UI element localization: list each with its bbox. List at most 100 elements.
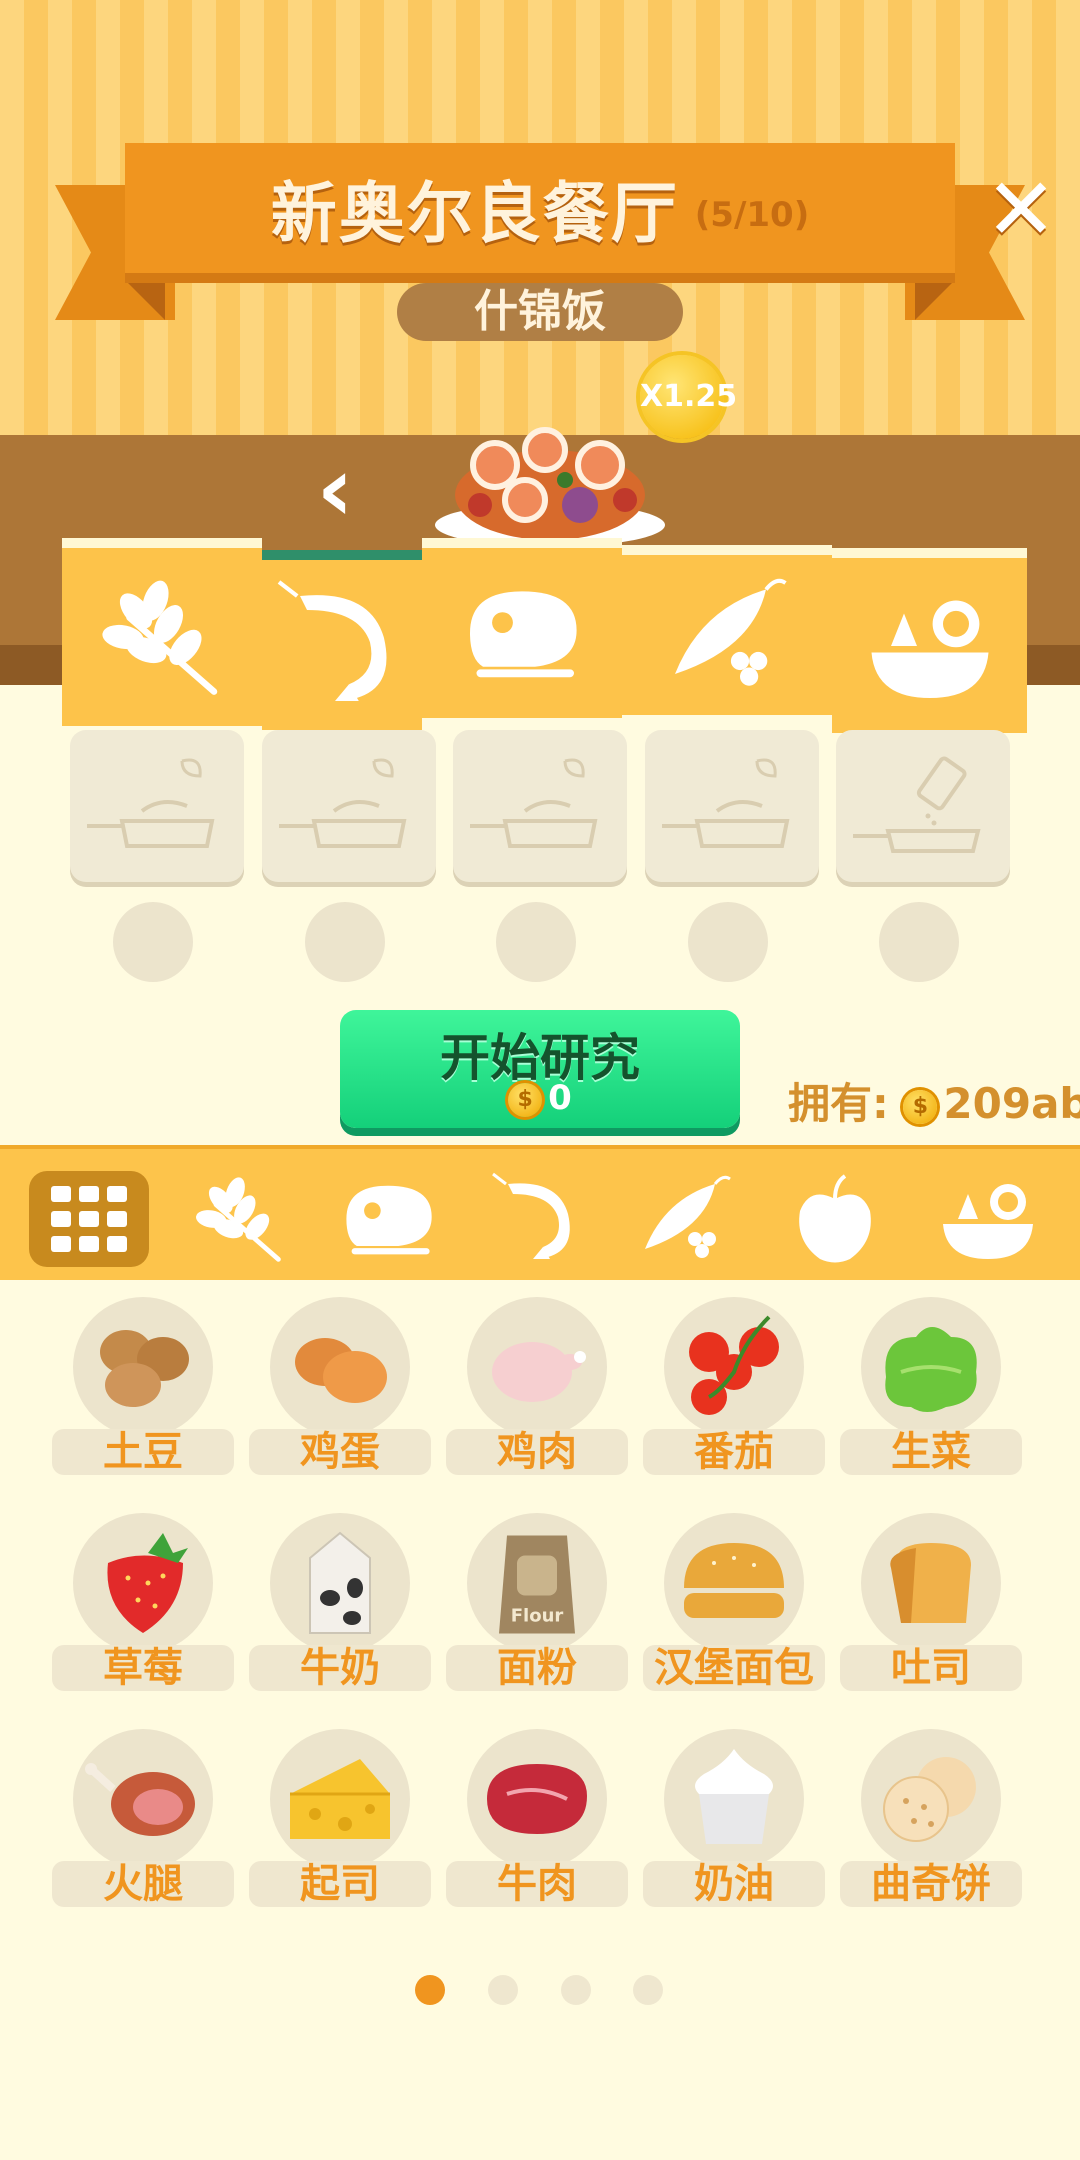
ingredient-card[interactable]: 番茄 (643, 1297, 825, 1497)
meat-icon (346, 1185, 432, 1255)
filter-tab-salad[interactable] (928, 1171, 1048, 1267)
ingredient-icon-frame (467, 1729, 607, 1869)
ingredient-card[interactable]: 鸡肉 (446, 1297, 628, 1497)
shrimp-icon (492, 1172, 570, 1259)
recipe-category-grain[interactable] (62, 538, 262, 726)
lettuce-icon (885, 1327, 977, 1412)
slot-indicator (305, 902, 385, 982)
meat-icon (470, 591, 577, 678)
restaurant-title: 新奥尔良餐厅 (270, 175, 679, 252)
slot-indicator (113, 902, 193, 982)
filter-tab-fruit[interactable] (775, 1171, 895, 1267)
shrimp-icon (277, 580, 387, 701)
ham-icon (85, 1763, 195, 1836)
ingredient-card[interactable]: 奶油 (643, 1729, 825, 1929)
pan-icon (470, 758, 598, 848)
ingredient-card[interactable]: 生菜 (840, 1297, 1022, 1497)
ingredient-icon-frame (664, 1729, 804, 1869)
owned-amount: 209ab (943, 1079, 1080, 1128)
flour-text: Flour (511, 1606, 564, 1627)
page-indicator-4[interactable] (633, 1975, 663, 2005)
ingredient-label: 面粉 (446, 1645, 628, 1691)
ingredient-card[interactable]: 土豆 (52, 1297, 234, 1497)
filter-tab-seafood[interactable] (478, 1171, 598, 1267)
owned-currency: 拥有: $209ab (788, 1070, 1080, 1131)
page-indicator-1[interactable] (415, 1975, 445, 2005)
ingredient-card[interactable]: 起司 (249, 1729, 431, 1929)
cooking-slot[interactable] (262, 730, 436, 882)
salad-icon (871, 600, 988, 698)
salad-icon (943, 1184, 1033, 1259)
pan-icon (87, 758, 215, 848)
ingredient-icon-frame (861, 1513, 1001, 1653)
ingredient-card[interactable]: 吐司 (840, 1513, 1022, 1713)
grid-icon (51, 1186, 127, 1252)
grain-icon (102, 580, 218, 695)
recipe-category-shrimp[interactable] (262, 550, 422, 730)
ingredient-label: 汉堡面包 (643, 1645, 825, 1691)
toast-icon (890, 1543, 971, 1623)
pan-seasoning-icon (853, 756, 981, 853)
ingredient-icon-frame (467, 1297, 607, 1437)
filter-tab-all[interactable] (29, 1171, 149, 1267)
ingredient-icon-frame (861, 1729, 1001, 1869)
cream-icon (695, 1749, 773, 1844)
page-indicator-3[interactable] (561, 1975, 591, 2005)
research-cost: $0 (340, 1078, 740, 1118)
ingredient-icon-frame (270, 1297, 410, 1437)
slot-indicator (496, 902, 576, 982)
ingredient-filter-bar (0, 1145, 1080, 1280)
cookie-icon (883, 1757, 976, 1842)
ingredient-label: 鸡肉 (446, 1429, 628, 1475)
ingredient-card[interactable]: 曲奇饼 (840, 1729, 1022, 1929)
coin-icon: $ (508, 1082, 543, 1117)
chevron-left-icon[interactable]: ‹ (300, 445, 370, 535)
ingredient-label: 吐司 (840, 1645, 1022, 1691)
page-indicator-2[interactable] (488, 1975, 518, 2005)
potato-icon (100, 1330, 189, 1407)
ingredient-label: 牛奶 (249, 1645, 431, 1691)
pea-icon (645, 1175, 731, 1258)
cooking-slot[interactable] (453, 730, 627, 882)
apple-icon (799, 1174, 871, 1263)
ingredient-label: 牛肉 (446, 1861, 628, 1907)
recipe-category-meat[interactable] (422, 538, 622, 718)
ingredient-label: 奶油 (643, 1861, 825, 1907)
ingredient-card[interactable]: 牛奶 (249, 1513, 431, 1713)
pea-icon (675, 578, 787, 686)
filter-tab-grain[interactable] (180, 1171, 300, 1267)
ingredient-card[interactable]: 火腿 (52, 1729, 234, 1929)
ingredient-icon-frame (73, 1729, 213, 1869)
ingredient-icon-frame (664, 1297, 804, 1437)
close-icon[interactable]: ✕ (985, 167, 1057, 253)
tomato-icon (689, 1315, 779, 1415)
ingredient-card[interactable]: 汉堡面包 (643, 1513, 825, 1713)
filter-tab-meat[interactable] (328, 1171, 448, 1267)
ingredient-icon-frame (270, 1729, 410, 1869)
egg-icon (295, 1338, 387, 1403)
pan-icon (662, 758, 790, 848)
ingredient-label: 生菜 (840, 1429, 1022, 1475)
ingredient-card[interactable]: 鸡蛋 (249, 1297, 431, 1497)
ingredient-card[interactable]: Flour 面粉 (446, 1513, 628, 1713)
ingredient-icon-frame (73, 1297, 213, 1437)
filter-tab-vegetable[interactable] (625, 1171, 745, 1267)
cooking-slot[interactable] (645, 730, 819, 882)
slot-indicator (879, 902, 959, 982)
recipe-category-salad[interactable] (832, 548, 1027, 733)
cooking-slot[interactable] (70, 730, 244, 882)
restaurant-progress: (5/10) (694, 195, 810, 235)
ingredient-icon-frame (664, 1513, 804, 1653)
ingredient-label: 鸡蛋 (249, 1429, 431, 1475)
beef-icon (487, 1764, 587, 1834)
grain-icon (195, 1177, 281, 1262)
start-research-button[interactable]: 开始研究 $0 (340, 1010, 740, 1128)
research-cost-value: 0 (548, 1078, 572, 1118)
recipe-category-pea[interactable] (622, 545, 832, 715)
ingredient-card[interactable]: 牛肉 (446, 1729, 628, 1929)
cooking-slot[interactable] (836, 730, 1010, 882)
pan-icon (279, 758, 407, 848)
ingredient-card[interactable]: 草莓 (52, 1513, 234, 1713)
flour-icon: Flour (499, 1535, 575, 1634)
slot-indicator (688, 902, 768, 982)
